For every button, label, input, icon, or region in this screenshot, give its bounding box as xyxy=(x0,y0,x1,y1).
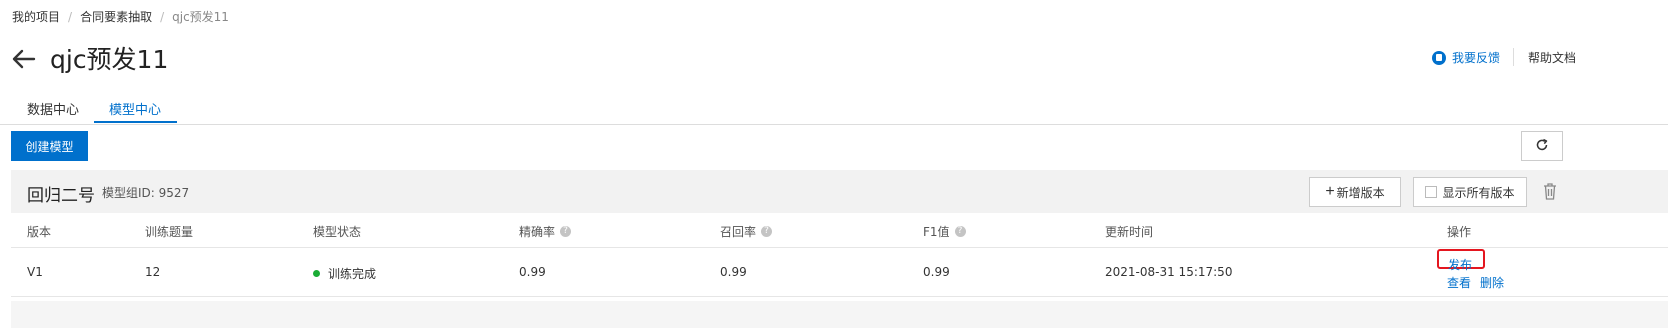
next-group-header xyxy=(11,301,1668,328)
column-header-status: 模型状态 xyxy=(313,225,362,239)
column-header-f1-label: F1值 xyxy=(923,225,950,239)
page-title: qjc预发11 xyxy=(50,45,169,74)
divider xyxy=(1513,48,1514,66)
breadcrumb: 我的项目 / 合同要素抽取 / qjc预发11 xyxy=(12,8,229,25)
active-tab-indicator xyxy=(94,121,177,123)
feedback-icon xyxy=(1432,50,1446,65)
column-header-f1: F1值 ? xyxy=(923,223,966,240)
feedback-link[interactable]: 我要反馈 xyxy=(1432,49,1500,66)
add-version-label: 新增版本 xyxy=(1336,185,1385,200)
breadcrumb-item-projects[interactable]: 我的项目 xyxy=(12,10,60,24)
plus-icon: + xyxy=(1325,183,1335,200)
refresh-button[interactable] xyxy=(1521,131,1563,161)
column-header-precision-label: 精确率 xyxy=(519,225,556,239)
cell-updated: 2021-08-31 15:17:50 xyxy=(1105,265,1233,279)
show-all-versions-checkbox[interactable]: 显示所有版本 xyxy=(1413,177,1527,207)
column-header-updated: 更新时间 xyxy=(1105,225,1154,239)
show-all-label: 显示所有版本 xyxy=(1442,185,1515,200)
model-group-name: 回归二号 xyxy=(27,186,95,206)
trash-icon[interactable] xyxy=(1541,181,1559,201)
help-icon[interactable]: ? xyxy=(954,226,966,237)
add-version-button[interactable]: + 新增版本 xyxy=(1309,177,1401,207)
refresh-icon xyxy=(1535,138,1549,155)
view-link[interactable]: 查看 xyxy=(1447,274,1471,291)
column-header-precision: 精确率 ? xyxy=(519,223,572,240)
table-row xyxy=(11,248,1668,297)
breadcrumb-item-current: qjc预发11 xyxy=(172,10,229,24)
publish-link[interactable]: 发布 xyxy=(1448,256,1472,273)
help-docs-link[interactable]: 帮助文档 xyxy=(1528,49,1576,66)
checkbox-icon xyxy=(1425,186,1438,198)
feedback-label: 我要反馈 xyxy=(1452,51,1501,65)
column-header-recall-label: 召回率 xyxy=(720,225,757,239)
tab-data-center[interactable]: 数据中心 xyxy=(27,99,79,118)
back-arrow-icon[interactable] xyxy=(10,45,38,73)
create-model-button[interactable]: 创建模型 xyxy=(11,131,88,161)
delete-link[interactable]: 删除 xyxy=(1480,274,1504,291)
cell-status: 训练完成 xyxy=(313,265,376,282)
column-header-version: 版本 xyxy=(27,225,52,239)
tab-model-center[interactable]: 模型中心 xyxy=(109,99,161,118)
cell-recall: 0.99 xyxy=(720,265,747,279)
table-header-row xyxy=(11,213,1668,248)
cell-f1: 0.99 xyxy=(923,265,950,279)
column-header-actions: 操作 xyxy=(1447,225,1472,239)
cell-version: V1 xyxy=(27,265,43,279)
breadcrumb-separator: / xyxy=(160,10,165,24)
cell-precision: 0.99 xyxy=(519,265,546,279)
breadcrumb-item-contract-extraction[interactable]: 合同要素抽取 xyxy=(80,10,152,24)
tab-bar: 数据中心 模型中心 xyxy=(0,90,1668,125)
breadcrumb-separator: / xyxy=(68,10,73,24)
model-group-id: 模型组ID: 9527 xyxy=(102,186,190,200)
help-icon[interactable]: ? xyxy=(560,226,572,237)
status-dot-icon xyxy=(313,270,320,277)
status-label: 训练完成 xyxy=(328,267,377,281)
column-header-recall: 召回率 ? xyxy=(720,223,773,240)
column-header-training-count: 训练题量 xyxy=(145,225,194,239)
cell-training-count: 12 xyxy=(145,265,161,279)
help-icon[interactable]: ? xyxy=(761,226,773,237)
